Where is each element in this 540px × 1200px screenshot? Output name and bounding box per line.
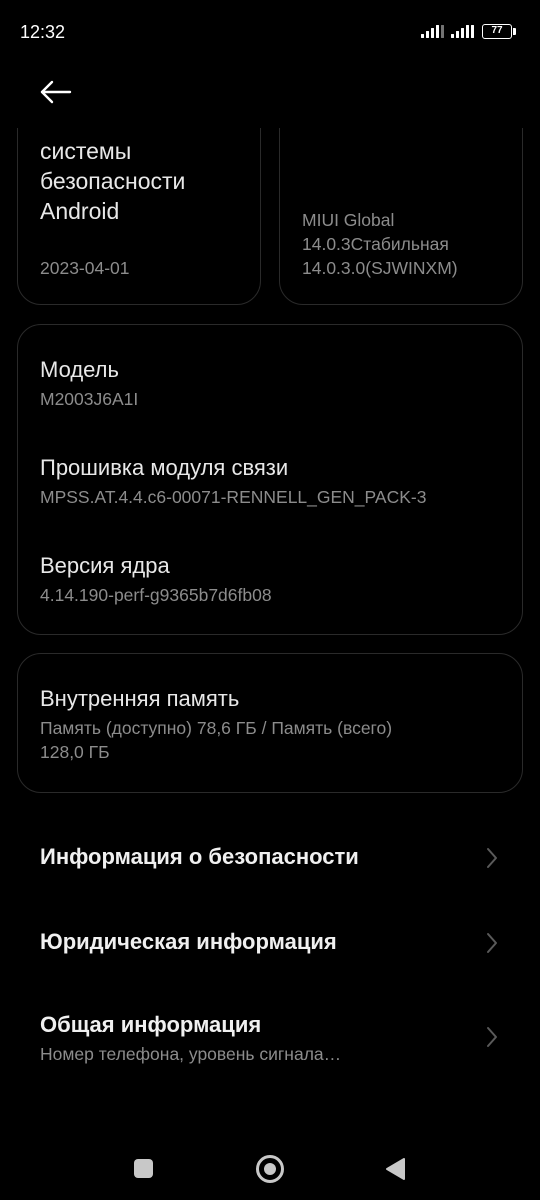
- menu-item-subtitle: Номер телефона, уровень сигнала…: [40, 1044, 342, 1064]
- miui-version-line: 14.0.3.0(SJWINXM): [302, 258, 458, 278]
- spec-title: Версия ядра: [40, 553, 170, 578]
- security-patch-title-line: безопасности: [40, 168, 186, 194]
- spec-title: Модель: [40, 357, 119, 382]
- menu-item-security-info[interactable]: Информация о безопасности: [0, 818, 540, 898]
- circle-icon: [264, 1163, 276, 1175]
- signal-icon: [451, 24, 474, 38]
- status-time: 12:32: [20, 22, 66, 42]
- spec-value: MPSS.AT.4.4.c6-00071-RENNELL_GEN_PACK-3: [40, 487, 427, 507]
- security-patch-title-line: Android: [40, 198, 120, 224]
- miui-version-card[interactable]: MIUI Global 14.0.3Стабильная 14.0.3.0(SJ…: [279, 128, 523, 305]
- storage-value: Память (доступно) 78,6 ГБ / Память (всег…: [40, 718, 393, 738]
- about-phone-screen: 12:32 77 системы безопасности Android 20…: [0, 0, 540, 1200]
- spec-kernel[interactable]: Версия ядра 4.14.190-perf-g9365b7d6fb08: [40, 552, 510, 606]
- menu-item-label: Информация о безопасности: [40, 844, 359, 869]
- nav-back-button[interactable]: [384, 1157, 406, 1181]
- storage-card[interactable]: Внутренняя память Память (доступно) 78,6…: [17, 653, 523, 793]
- security-patch-date: 2023-04-01: [40, 258, 130, 278]
- signal-icon: [421, 24, 444, 38]
- miui-version-line: MIUI Global: [302, 210, 395, 230]
- chevron-right-icon: [487, 1027, 497, 1047]
- battery-tip: [513, 28, 516, 35]
- status-bar: 12:32 77: [0, 0, 540, 64]
- chevron-right-icon: [487, 933, 497, 953]
- spec-model[interactable]: Модель M2003J6A1I: [40, 356, 510, 410]
- menu-item-legal-info[interactable]: Юридическая информация: [0, 903, 540, 983]
- security-patch-card[interactable]: системы безопасности Android 2023-04-01: [17, 128, 261, 305]
- menu-item-label: Юридическая информация: [40, 929, 337, 954]
- arrow-left-icon: [40, 80, 72, 104]
- menu-item-label: Общая информация: [40, 1012, 262, 1037]
- settings-content[interactable]: системы безопасности Android 2023-04-01 …: [0, 128, 540, 1128]
- back-button[interactable]: [32, 72, 80, 112]
- menu-item-general-info[interactable]: Общая информация Номер телефона, уровень…: [0, 988, 540, 1088]
- storage-value-total: 128,0 ГБ: [40, 742, 110, 762]
- storage-title: Внутренняя память: [40, 686, 240, 711]
- recents-button[interactable]: [134, 1159, 153, 1178]
- home-button[interactable]: [256, 1155, 284, 1183]
- security-patch-title-line: системы: [40, 138, 132, 164]
- battery-icon: 77: [482, 24, 512, 39]
- chevron-right-icon: [487, 848, 497, 868]
- spec-title: Прошивка модуля связи: [40, 455, 289, 480]
- spec-baseband[interactable]: Прошивка модуля связи MPSS.AT.4.4.c6-000…: [40, 454, 510, 508]
- spec-value: 4.14.190-perf-g9365b7d6fb08: [40, 585, 272, 605]
- battery-level: 77: [491, 25, 503, 36]
- navigation-bar: [0, 1128, 540, 1200]
- device-specs-card: Модель M2003J6A1I Прошивка модуля связи …: [17, 324, 523, 635]
- miui-version-line: 14.0.3Стабильная: [302, 234, 449, 254]
- storage-info: Внутренняя память Память (доступно) 78,6…: [40, 685, 510, 763]
- spec-value: M2003J6A1I: [40, 389, 139, 409]
